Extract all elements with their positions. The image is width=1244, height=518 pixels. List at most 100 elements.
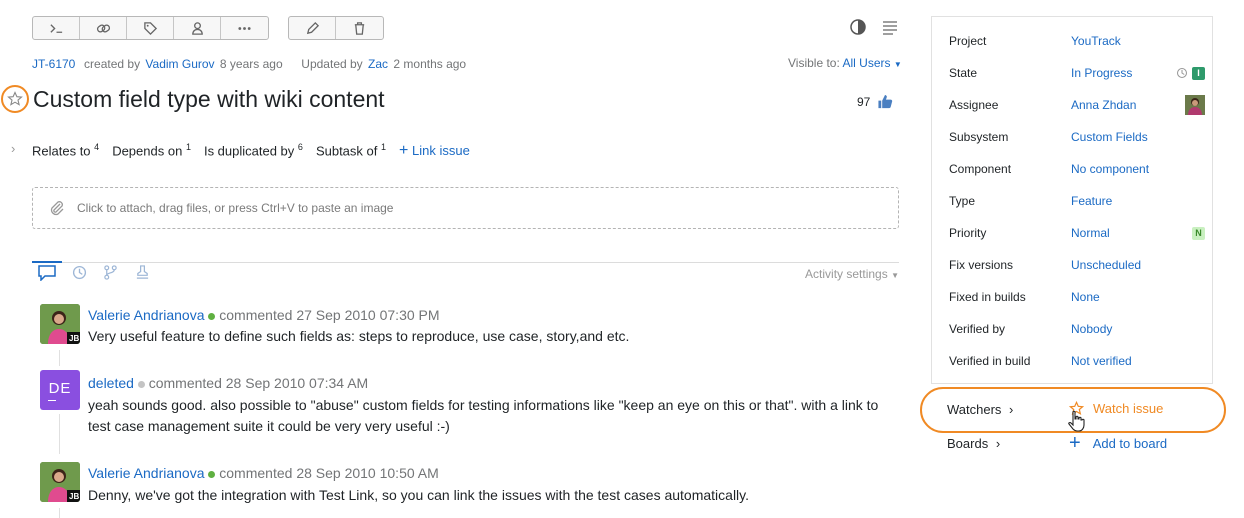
field-value[interactable]: In Progress xyxy=(1071,66,1176,80)
field-verified-by[interactable]: Verified by Nobody xyxy=(949,313,1205,345)
issue-links: Relates to 4 Depends on 1 Is duplicated … xyxy=(32,142,470,160)
field-label: Project xyxy=(949,34,987,48)
issue-title: Custom field type with wiki content xyxy=(33,86,385,112)
field-component[interactable]: Component No component xyxy=(949,153,1205,185)
comment-body: yeah sounds good. also possible to "abus… xyxy=(88,395,878,437)
link-relates-to[interactable]: Relates to 4 xyxy=(32,142,99,158)
link-depends-on[interactable]: Depends on 1 xyxy=(112,142,191,158)
link-duplicated-by[interactable]: Is duplicated by 6 xyxy=(204,142,303,158)
visible-to-label: Visible to: xyxy=(788,56,840,70)
field-value[interactable]: Normal xyxy=(1071,226,1192,240)
add-to-board-button[interactable]: + Add to board xyxy=(1069,433,1167,453)
field-value[interactable]: None xyxy=(1071,290,1205,304)
comment-header: Valerie Andrianova commented 27 Sep 2010… xyxy=(88,307,440,323)
star-button[interactable] xyxy=(1,85,29,113)
comment-icon xyxy=(38,265,56,282)
hand-cursor-icon xyxy=(1068,410,1085,432)
comment-date[interactable]: 28 Sep 2010 07:34 AM xyxy=(226,375,368,391)
terminal-icon xyxy=(49,23,62,33)
comment-author-link[interactable]: Valerie Andrianova xyxy=(88,307,204,323)
field-value[interactable]: Nobody xyxy=(1071,322,1205,336)
caret-down-icon[interactable]: ▼ xyxy=(894,60,902,69)
tab-comments[interactable] xyxy=(38,265,56,284)
link-label: Depends on xyxy=(112,143,183,159)
chevron-right-icon: › xyxy=(995,436,1001,451)
field-verified-in-build[interactable]: Verified in build Not verified xyxy=(949,345,1205,377)
theme-toggle-button[interactable] xyxy=(850,19,866,35)
issue-fields-panel: Project YouTrack State In Progress I Ass… xyxy=(931,16,1213,384)
field-value[interactable]: Feature xyxy=(1071,194,1205,208)
comment-author-link[interactable]: Valerie Andrianova xyxy=(88,465,204,481)
link-label: Subtask of xyxy=(315,143,378,159)
history-icon xyxy=(1176,67,1188,79)
stamp-icon xyxy=(136,265,149,279)
delete-button[interactable] xyxy=(336,17,383,39)
avatar[interactable]: JB xyxy=(40,304,80,344)
link-count: 1 xyxy=(185,142,191,152)
field-label: Verified in build xyxy=(949,354,1031,368)
link-label: Relates to xyxy=(32,143,91,159)
field-label: Verified by xyxy=(949,322,1006,336)
thread-connector xyxy=(59,414,60,454)
user-photo-icon: JB xyxy=(40,304,80,344)
trash-icon xyxy=(354,21,365,35)
field-value[interactable]: Unscheduled xyxy=(1071,258,1205,272)
tag-button[interactable] xyxy=(127,17,174,39)
field-value[interactable]: Anna Zhdan xyxy=(1071,98,1185,112)
author-link[interactable]: Vadim Gurov xyxy=(145,57,214,71)
field-assignee[interactable]: Assignee Anna Zhdan xyxy=(949,89,1205,121)
menu-button[interactable] xyxy=(882,20,898,36)
contrast-icon xyxy=(850,19,866,35)
field-fixed-in-builds[interactable]: Fixed in builds None xyxy=(949,281,1205,313)
comment-date[interactable]: 27 Sep 2010 07:30 PM xyxy=(296,307,439,323)
user-icon xyxy=(191,21,203,35)
star-icon xyxy=(7,91,23,106)
link-label: Is duplicated by xyxy=(203,143,295,159)
tab-work[interactable] xyxy=(135,265,150,283)
field-subsystem[interactable]: Subsystem Custom Fields xyxy=(949,121,1205,153)
assign-button[interactable] xyxy=(174,17,221,39)
more-button[interactable] xyxy=(221,17,268,39)
field-priority[interactable]: Priority Normal N xyxy=(949,217,1205,249)
field-type[interactable]: Type Feature xyxy=(949,185,1205,217)
boards-toggle[interactable]: Boards › xyxy=(947,436,1000,451)
activity-settings-button[interactable]: Activity settings ▼ xyxy=(805,267,899,281)
field-fix-versions[interactable]: Fix versions Unscheduled xyxy=(949,249,1205,281)
avatar[interactable]: DE xyxy=(40,370,80,410)
field-value[interactable]: YouTrack xyxy=(1071,34,1205,48)
thread-connector xyxy=(59,508,60,518)
edit-button[interactable] xyxy=(289,17,336,39)
link-button[interactable] xyxy=(80,17,127,39)
comment-date[interactable]: 28 Sep 2010 10:50 AM xyxy=(296,465,438,481)
plus-icon: + xyxy=(1069,432,1081,454)
thumbs-up-icon[interactable] xyxy=(877,94,893,109)
tab-vcs[interactable] xyxy=(103,265,118,283)
command-button[interactable] xyxy=(33,17,80,39)
link-count: 6 xyxy=(297,142,303,152)
comment-action: commented xyxy=(219,307,293,323)
tag-icon xyxy=(143,21,157,35)
chevron-right-icon[interactable]: › xyxy=(11,141,15,156)
menu-lines-icon xyxy=(883,21,897,35)
updater-link[interactable]: Zac xyxy=(368,57,388,71)
link-subtask-of[interactable]: Subtask of 1 xyxy=(316,142,386,158)
link-count: 4 xyxy=(94,142,100,152)
tab-history[interactable] xyxy=(72,265,87,283)
link-issue-button[interactable]: + Link issue xyxy=(399,142,470,160)
field-project[interactable]: Project YouTrack xyxy=(949,25,1205,57)
field-value[interactable]: No component xyxy=(1071,162,1205,176)
attach-dropzone[interactable]: Click to attach, drag files, or press Ct… xyxy=(32,187,899,229)
field-state[interactable]: State In Progress I xyxy=(949,57,1205,89)
attach-hint: Click to attach, drag files, or press Ct… xyxy=(77,201,394,215)
visibility-dropdown[interactable]: All Users xyxy=(842,56,890,70)
watchers-toggle[interactable]: Watchers › xyxy=(947,402,1013,417)
avatar-underline xyxy=(48,399,56,401)
field-value[interactable]: Custom Fields xyxy=(1071,130,1205,144)
issue-id[interactable]: JT-6170 xyxy=(32,57,75,71)
branch-icon xyxy=(104,265,117,280)
more-icon xyxy=(238,26,251,30)
field-value[interactable]: Not verified xyxy=(1071,354,1205,368)
avatar[interactable]: JB xyxy=(40,462,80,502)
svg-text:JB: JB xyxy=(69,334,79,343)
comment-author-link[interactable]: deleted xyxy=(88,375,134,391)
